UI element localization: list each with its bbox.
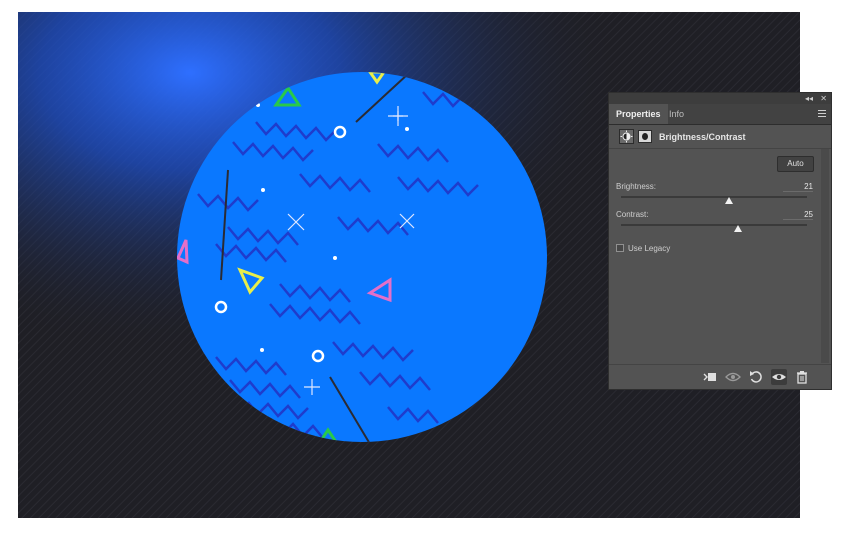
use-legacy-label: Use Legacy	[628, 244, 671, 253]
brightness-value[interactable]: 21	[783, 182, 813, 192]
adjustment-header: Brightness/Contrast	[609, 126, 831, 149]
contrast-slider-track[interactable]	[621, 224, 807, 226]
tab-properties[interactable]: Properties	[609, 104, 668, 124]
brightness-slider-thumb[interactable]	[724, 197, 733, 204]
adjustment-title: Brightness/Contrast	[659, 132, 746, 142]
panel-menu-icon[interactable]	[818, 110, 826, 117]
contrast-value[interactable]: 25	[783, 210, 813, 220]
panel-bottom-toolbar	[609, 364, 831, 389]
view-previous-icon[interactable]	[725, 369, 741, 385]
auto-button[interactable]: Auto	[777, 156, 814, 172]
brightness-slider-track[interactable]	[621, 196, 807, 198]
brightness-contrast-icon[interactable]	[619, 129, 634, 144]
contrast-slider-thumb[interactable]	[734, 225, 743, 232]
panel-tabs: Properties Info	[609, 104, 831, 125]
close-icon[interactable]: ✕	[820, 93, 827, 104]
panel-scrollbar[interactable]	[821, 149, 829, 363]
reset-icon[interactable]	[748, 369, 764, 385]
clip-to-layer-icon[interactable]	[702, 369, 718, 385]
use-legacy-checkbox[interactable]	[616, 244, 624, 252]
tab-info[interactable]: Info	[662, 104, 691, 124]
properties-panel: ◂◂ ✕ Properties Info Brightness/Contrast…	[608, 92, 832, 390]
trash-icon[interactable]	[794, 369, 810, 385]
panel-titlebar: ◂◂ ✕	[609, 93, 831, 104]
collapse-icon[interactable]: ◂◂	[805, 93, 813, 104]
visibility-eye-icon[interactable]	[771, 369, 787, 385]
artwork-circle	[177, 72, 547, 442]
brightness-label: Brightness:	[616, 182, 657, 191]
layer-mask-icon[interactable]	[638, 130, 652, 143]
contrast-label: Contrast:	[616, 210, 649, 219]
